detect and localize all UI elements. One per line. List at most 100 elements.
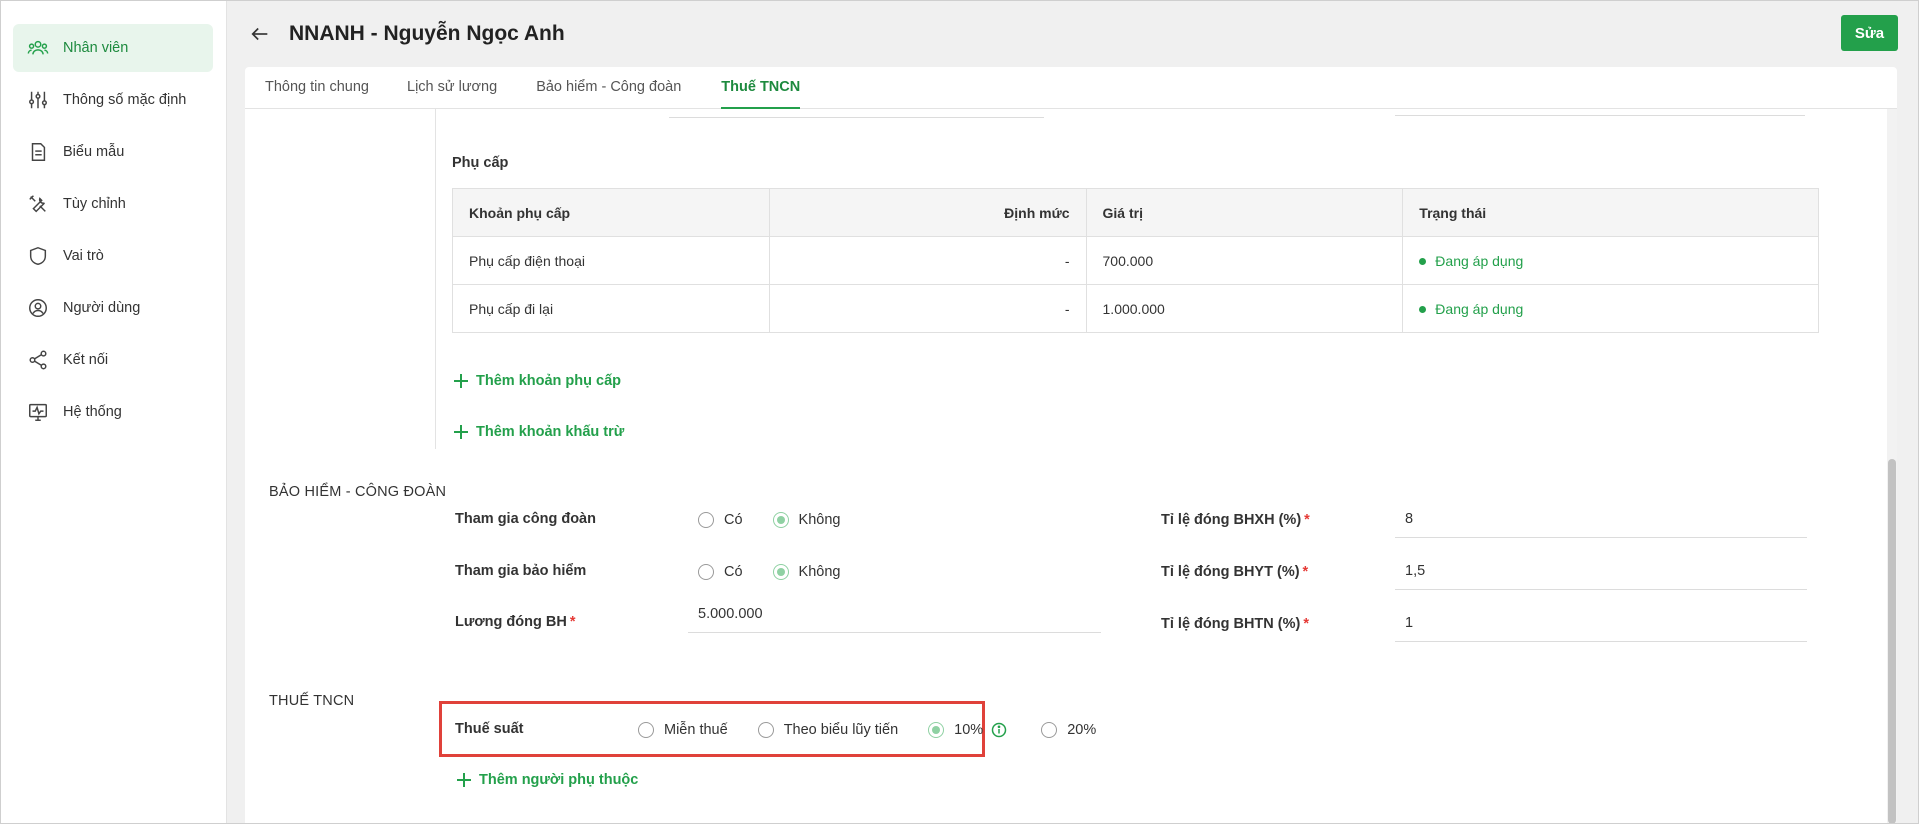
required-asterisk: * [1304,512,1310,528]
radio-circle [928,722,945,738]
status-text: Đang áp dụng [1435,301,1524,318]
table-row[interactable]: Phụ cấp đi lại - 1.000.000 Đang áp dụng [452,284,1819,333]
allowance-value: 700.000 [1085,236,1404,285]
document-icon [27,141,49,163]
add-allowance-label: Thêm khoản phụ cấp [476,373,622,389]
plus-icon [455,771,473,789]
union-yes-radio[interactable]: Có [698,512,743,528]
union-label: Tham gia công đoàn [455,511,596,527]
insurance-section-title: BẢO HIỂM - CÔNG ĐOÀN [269,484,447,500]
allowance-norm: - [768,236,1087,285]
tools-icon [27,193,49,215]
allowance-name: Phụ cấp đi lại [452,284,770,333]
sidebar-item-users[interactable]: Người dùng [13,284,213,332]
column-header: Định mức [768,188,1087,237]
info-icon[interactable] [991,722,1007,738]
table-row[interactable]: Phụ cấp điện thoại - 700.000 Đang áp dụn… [452,236,1819,285]
allowance-norm: - [768,284,1087,333]
allowance-title: Phụ cấp [452,155,509,171]
tax-rate-radio-group: Miễn thuế Theo biểu lũy tiến 10% 20% [638,722,1126,738]
sidebar-item-label: Người dùng [63,300,141,316]
sidebar-item-label: Thông số mặc định [63,92,187,108]
column-header: Giá trị [1085,188,1404,237]
sliders-icon [27,89,49,111]
share-icon [27,349,49,371]
insurance-radio-group: Có Không [698,564,870,580]
monitor-pulse-icon [27,401,49,423]
union-no-radio[interactable]: Không [772,512,841,528]
insurance-salary-label: Lương đóng BH * [455,614,575,630]
radio-label: Không [798,512,841,528]
sidebar-item-default-params[interactable]: Thông số mặc định [13,76,213,124]
required-asterisk: * [569,614,576,630]
sidebar-item-label: Biểu mẫu [63,144,125,160]
tab-personal-income-tax[interactable]: Thuế TNCN [721,67,800,110]
user-circle-icon [27,297,49,319]
required-asterisk: * [1302,564,1309,580]
sidebar-item-customize[interactable]: Tùy chỉnh [13,180,213,228]
column-header: Khoản phụ cấp [452,188,770,237]
section-divider [435,109,436,449]
sidebar-item-label: Tùy chỉnh [63,196,126,212]
radio-circle [698,512,714,528]
bhtn-rate-input[interactable]: 1 [1395,606,1807,642]
status-text: Đang áp dụng [1435,253,1524,270]
divider [1395,115,1805,116]
sidebar-item-connections[interactable]: Kết nối [13,336,213,384]
bhyt-rate-input[interactable]: 1,5 [1395,554,1807,590]
radio-label: Theo biểu lũy tiến [783,722,899,738]
vertical-scrollbar[interactable] [1887,109,1897,824]
sidebar-item-label: Vai trò [63,248,104,264]
status-badge: Đang áp dụng [1419,253,1523,269]
divider [669,117,1044,118]
tax-progressive-radio[interactable]: Theo biểu lũy tiến [757,722,899,738]
sidebar-item-system[interactable]: Hệ thống [13,388,213,436]
radio-circle [772,512,789,528]
sidebar-item-employees[interactable]: Nhân viên [13,24,213,72]
bhxh-rate-label-text: Tỉ lệ đóng BHXH (%) [1161,512,1302,528]
sidebar-item-label: Kết nối [63,352,109,368]
insurance-salary-input[interactable]: 5.000.000 [688,597,1101,633]
insurance-label: Tham gia bảo hiểm [455,563,587,579]
page-header: NNANH - Nguyễn Ngọc Anh Sửa [227,0,1919,67]
bhtn-rate-label: Tỉ lệ đóng BHTN (%) * [1161,616,1309,632]
sidebar-item-roles[interactable]: Vai trò [13,232,213,280]
table-header-row: Khoản phụ cấp Định mức Giá trị Trạng thá… [452,188,1819,237]
bhxh-rate-input[interactable]: 8 [1395,502,1807,538]
radio-label: Có [724,564,743,580]
tab-insurance-union[interactable]: Bảo hiểm - Công đoàn [536,67,681,109]
back-arrow-icon[interactable] [249,23,271,45]
add-allowance-link[interactable]: Thêm khoản phụ cấp [452,372,621,390]
insurance-yes-radio[interactable]: Có [698,564,743,580]
allowance-name: Phụ cấp điện thoại [452,236,770,285]
bhyt-rate-label-text: Tỉ lệ đóng BHYT (%) [1161,564,1300,580]
allowance-table: Khoản phụ cấp Định mức Giá trị Trạng thá… [452,188,1819,333]
tab-general-info[interactable]: Thông tin chung [265,67,369,109]
edit-button[interactable]: Sửa [1841,15,1898,51]
tab-salary-history[interactable]: Lịch sử lương [407,67,497,109]
page-title: NNANH - Nguyễn Ngọc Anh [289,21,565,45]
allowance-value: 1.000.000 [1085,284,1404,333]
bhyt-rate-label: Tỉ lệ đóng BHYT (%) * [1161,564,1308,580]
allowance-status-cell: Đang áp dụng [1402,284,1819,333]
add-deduction-label: Thêm khoản khấu trừ [476,424,625,440]
radio-label: 20% [1067,722,1097,738]
tax-20-percent-radio[interactable]: 20% [1041,722,1096,738]
insurance-no-radio[interactable]: Không [772,564,840,580]
tax-10-percent-radio[interactable]: 10% [928,722,1007,738]
required-asterisk: * [1303,616,1309,632]
employees-icon [27,37,49,59]
content-panel: Phụ cấp Khoản phụ cấp Định mức Giá trị T… [245,109,1897,824]
status-dot-icon [1419,257,1427,265]
tax-exempt-radio[interactable]: Miễn thuế [638,722,728,738]
add-deduction-link[interactable]: Thêm khoản khấu trừ [452,423,624,441]
scrollbar-thumb[interactable] [1888,459,1896,824]
sidebar-item-forms[interactable]: Biểu mẫu [13,128,213,176]
sidebar: Nhân viên Thông số mặc định Biểu mẫu Tùy… [0,0,227,824]
add-dependent-link[interactable]: Thêm người phụ thuộc [455,771,638,789]
tax-section-title: THUẾ TNCN [269,693,355,709]
radio-label: Miễn thuế [664,722,728,738]
plus-icon [452,372,470,390]
radio-label: Có [724,512,743,528]
bhxh-rate-label: Tỉ lệ đóng BHXH (%) * [1161,512,1310,528]
